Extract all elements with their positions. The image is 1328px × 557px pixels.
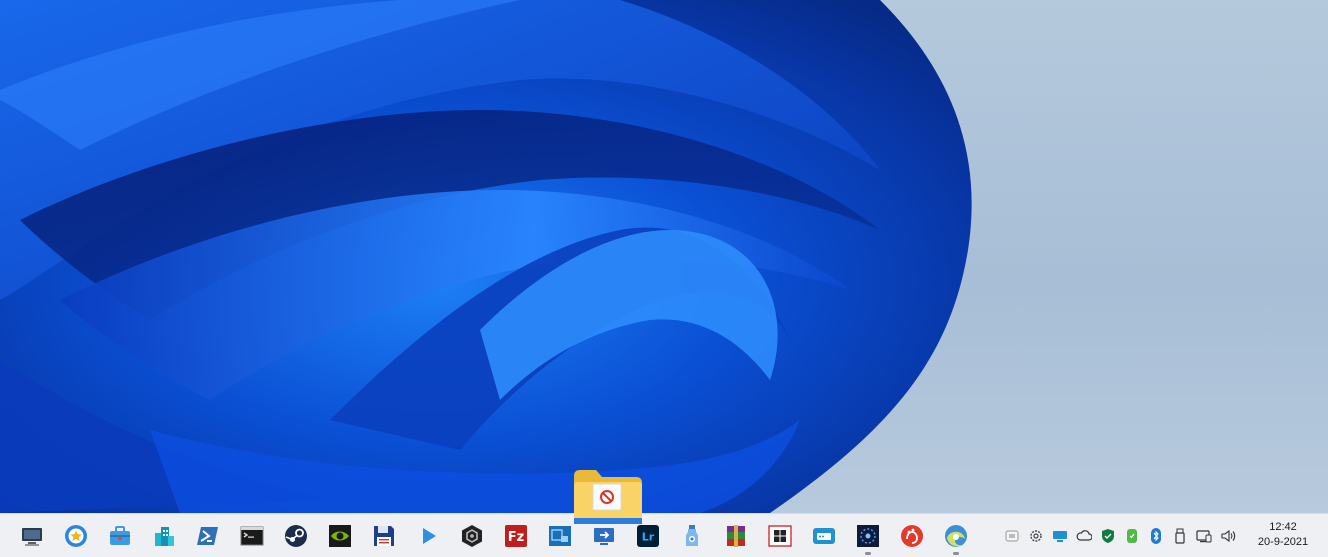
starred-app-icon[interactable]: [54, 514, 98, 557]
edge-beta-icon[interactable]: [934, 514, 978, 557]
hexagon-app-icon[interactable]: [450, 514, 494, 557]
play-icon[interactable]: [406, 514, 450, 557]
floppy-disk-icon[interactable]: [362, 514, 406, 557]
system-tray: [1000, 514, 1240, 557]
filezilla-icon[interactable]: Fz: [494, 514, 538, 557]
clock-date: 20-9-2021: [1257, 536, 1309, 548]
settings-tray-icon[interactable]: [1024, 514, 1048, 557]
powershell-icon[interactable]: [186, 514, 230, 557]
toolbox-icon[interactable]: [98, 514, 142, 557]
bloom-wallpaper: [0, 0, 972, 513]
running-indicator: [953, 552, 959, 555]
router-app-icon[interactable]: [802, 514, 846, 557]
network-icon[interactable]: [1192, 514, 1216, 557]
usb-drive-icon[interactable]: [1168, 514, 1192, 557]
windows-store-icon[interactable]: [758, 514, 802, 557]
bluetooth-icon[interactable]: [1144, 514, 1168, 557]
folder-no-drop-icon: [572, 468, 644, 526]
buildings-icon[interactable]: [142, 514, 186, 557]
volume-icon[interactable]: [1216, 514, 1240, 557]
clock-time: 12:42: [1269, 521, 1297, 533]
this-pc-icon[interactable]: [10, 514, 54, 557]
terminal-icon[interactable]: [230, 514, 274, 557]
pinned-apps: Fz Lr: [10, 514, 978, 557]
teams-tray-icon[interactable]: [1000, 514, 1024, 557]
nvidia-icon[interactable]: [318, 514, 362, 557]
security-green-icon[interactable]: [1120, 514, 1144, 557]
steam-icon[interactable]: [274, 514, 318, 557]
defender-shield-icon[interactable]: [1096, 514, 1120, 557]
radial-app-icon[interactable]: [846, 514, 890, 557]
handprint-icon[interactable]: [890, 514, 934, 557]
svg-text:Fz: Fz: [508, 530, 524, 545]
desktop: [0, 0, 1328, 513]
running-indicator: [865, 552, 871, 555]
monitor-tray-icon[interactable]: [1048, 514, 1072, 557]
svg-text:Lr: Lr: [642, 530, 655, 543]
onedrive-cloud-icon[interactable]: [1072, 514, 1096, 557]
winrar-icon[interactable]: [714, 514, 758, 557]
bottle-icon[interactable]: [670, 514, 714, 557]
clock[interactable]: 12:42 20-9-2021: [1248, 520, 1318, 550]
taskbar: Fz Lr 12:42 20-9-2021: [0, 513, 1328, 557]
